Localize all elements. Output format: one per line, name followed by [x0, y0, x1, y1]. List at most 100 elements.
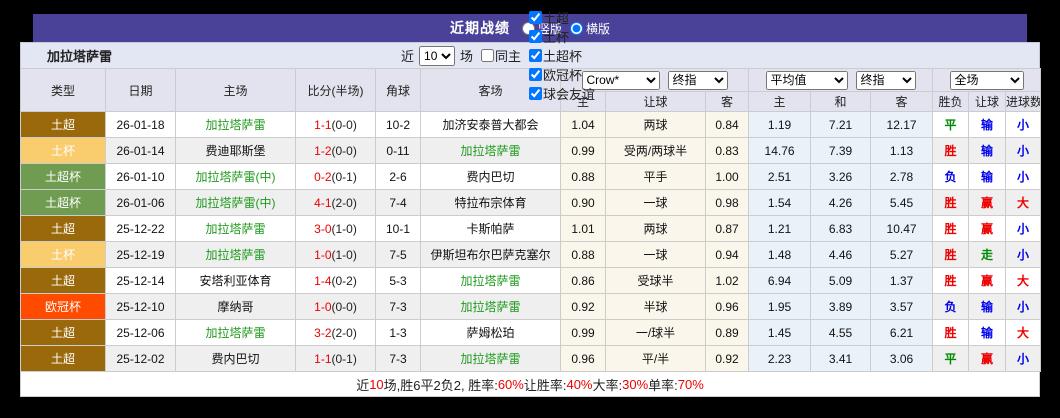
col-header-type: 类型 — [20, 68, 106, 112]
crow-handicap-cell: 一球 — [605, 241, 706, 268]
corner-cell: 5-3 — [375, 267, 421, 294]
avg-away-odds-cell: 12.17 — [870, 111, 934, 138]
same-home-checkbox[interactable] — [481, 49, 495, 62]
winlose-result-cell: 负 — [932, 163, 970, 190]
half-score: (0-0) — [331, 143, 357, 158]
crow-home-odds-cell: 0.88 — [560, 163, 606, 190]
score-cell: 3-2(2-0) — [295, 319, 376, 346]
score-cell: 3-0(1-0) — [295, 215, 376, 242]
league-checkbox[interactable] — [529, 68, 543, 81]
results-table: 类型 日期 主场 比分(半场) 角球 客场 Crow* 终指 平均值 终指 全场… — [20, 68, 1042, 372]
league-checkbox[interactable] — [529, 87, 543, 100]
avg-draw-odds-cell: 3.26 — [810, 163, 872, 190]
match-row: 土超 25-12-02 费内巴切 1-1(0-1) 7-3 加拉塔萨雷 0.96 平/半 0.9… — [20, 345, 1042, 372]
summary-stat-value: 30% — [622, 376, 649, 392]
summary-stat-label: 单率: — [648, 377, 678, 393]
crow-home-odds-cell: 0.99 — [560, 137, 606, 164]
crow-home-odds-cell: 0.86 — [560, 267, 606, 294]
full-score: 1-0 — [314, 247, 332, 262]
crow-handicap-cell: 两球 — [605, 111, 706, 138]
home-team-cell: 加拉塔萨雷 — [175, 319, 296, 346]
crow-home-odds-cell: 1.04 — [560, 111, 606, 138]
league-checkbox[interactable] — [529, 49, 543, 62]
date-cell: 25-12-10 — [105, 293, 176, 320]
col-header-handicap-result: 让球 — [968, 91, 1007, 112]
winlose-result-cell: 负 — [932, 293, 970, 320]
league-filter-土超杯[interactable]: 土超杯 — [523, 46, 595, 65]
handicap-final-odds-select[interactable]: 终指 — [667, 70, 728, 90]
half-score: (0-0) — [331, 117, 357, 132]
winlose-result-cell: 胜 — [932, 215, 970, 242]
col-header-crow-handicap: 让球 — [605, 91, 706, 112]
col-header-avg-away: 客 — [870, 91, 934, 112]
avg-draw-odds-cell: 3.89 — [810, 293, 872, 320]
full-score: 1-2 — [314, 143, 332, 158]
league-label: 土超 — [543, 11, 570, 26]
summary-stat-label: 大率: — [592, 377, 623, 393]
summary-stat-label: 让胜率: — [523, 377, 567, 393]
avg-home-odds-cell: 6.94 — [748, 267, 812, 294]
crow-handicap-cell: 受两/两球半 — [605, 137, 706, 164]
avg-away-odds-cell: 3.06 — [870, 345, 934, 372]
avg-home-odds-cell: 2.23 — [748, 345, 812, 372]
date-cell: 26-01-18 — [105, 111, 176, 138]
avg-away-odds-cell: 1.37 — [870, 267, 934, 294]
winlose-result-cell: 平 — [932, 345, 970, 372]
average-odds-select[interactable]: 平均值 — [765, 70, 848, 90]
same-home-filter[interactable]: 同主 — [475, 46, 521, 65]
date-cell: 25-12-06 — [105, 319, 176, 346]
full-score: 0-2 — [314, 169, 332, 184]
scope-select[interactable]: 全场 — [949, 70, 1024, 90]
date-cell: 25-12-19 — [105, 241, 176, 268]
avg-draw-odds-cell: 6.83 — [810, 215, 872, 242]
full-score: 3-0 — [314, 221, 332, 236]
corner-cell: 1-3 — [375, 319, 421, 346]
league-type-cell: 土超 — [20, 215, 106, 242]
score-cell: 1-1(0-0) — [295, 111, 376, 138]
europe-final-odds-select[interactable]: 终指 — [855, 70, 916, 90]
avg-home-odds-cell: 1.95 — [748, 293, 812, 320]
summary-stat-value: 60% — [497, 376, 524, 392]
handicap-result-cell: 输 — [968, 137, 1007, 164]
goals-result-cell: 大 — [1005, 267, 1042, 294]
avg-draw-odds-cell: 7.39 — [810, 137, 872, 164]
away-team-cell: 萨姆松珀 — [420, 319, 561, 346]
match-row: 欧冠杯 25-12-10 摩纳哥 1-0(0-0) 7-3 加拉塔萨雷 0.92 半球 0.96… — [20, 293, 1042, 320]
league-filter-球会友谊[interactable]: 球会友谊 — [523, 84, 595, 103]
league-filter-土超[interactable]: 土超 — [523, 8, 595, 27]
league-checkbox[interactable] — [529, 30, 543, 43]
crow-away-odds-cell: 0.87 — [704, 215, 750, 242]
crow-handicap-cell: 半球 — [605, 293, 706, 320]
avg-home-odds-cell: 1.21 — [748, 215, 812, 242]
avg-draw-odds-cell: 5.09 — [810, 267, 872, 294]
crow-away-odds-cell: 0.98 — [704, 189, 750, 216]
handicap-result-cell: 输 — [968, 111, 1007, 138]
away-team-cell: 卡斯帕萨 — [420, 215, 561, 242]
crow-handicap-cell: 两球 — [605, 215, 706, 242]
away-team-cell: 费内巴切 — [420, 163, 561, 190]
avg-away-odds-cell: 3.57 — [870, 293, 934, 320]
full-score: 1-4 — [314, 273, 332, 288]
league-filter-土杯[interactable]: 土杯 — [523, 27, 595, 46]
league-type-cell: 土超杯 — [20, 163, 106, 190]
league-filter-欧冠杯[interactable]: 欧冠杯 — [523, 65, 595, 84]
away-team-cell: 伊斯坦布尔巴萨克塞尔 — [420, 241, 561, 268]
league-label: 土超杯 — [543, 49, 583, 64]
summary-stat-value: 40% — [566, 376, 593, 392]
avg-away-odds-cell: 2.78 — [870, 163, 934, 190]
half-score: (1-0) — [331, 221, 357, 236]
match-row: 土超 25-12-14 安塔利亚体育 1-4(0-2) 5-3 加拉塔萨雷 0.86 受球半 1… — [20, 267, 1042, 294]
date-cell: 25-12-22 — [105, 215, 176, 242]
home-team-cell: 加拉塔萨雷 — [175, 111, 296, 138]
match-count-select[interactable]: 10 — [419, 45, 456, 66]
half-score: (1-0) — [331, 247, 357, 262]
crow-away-odds-cell: 0.84 — [704, 111, 750, 138]
goals-result-cell: 小 — [1005, 111, 1042, 138]
crow-handicap-cell: 一球 — [605, 189, 706, 216]
league-checkbox[interactable] — [529, 11, 543, 24]
col-header-score: 比分(半场) — [295, 68, 376, 112]
summary-stat-label: 场,胜6平2负2, 胜率: — [383, 377, 498, 393]
date-cell: 26-01-10 — [105, 163, 176, 190]
goals-result-cell: 小 — [1005, 293, 1042, 320]
half-score: (0-1) — [331, 351, 357, 366]
